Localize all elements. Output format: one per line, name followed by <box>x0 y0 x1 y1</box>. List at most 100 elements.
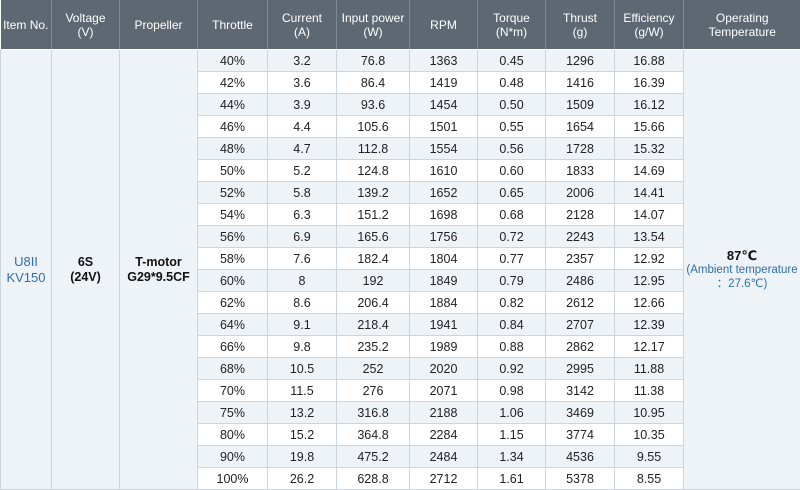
rpm-cell: 1554 <box>410 138 478 160</box>
input-power-cell: 316.8 <box>337 402 410 424</box>
current-cell: 15.2 <box>268 424 337 446</box>
torque-cell: 0.92 <box>478 358 546 380</box>
header-current: Current(A) <box>268 0 337 50</box>
throttle-cell: 68% <box>198 358 268 380</box>
torque-cell: 1.34 <box>478 446 546 468</box>
current-cell: 19.8 <box>268 446 337 468</box>
input-power-cell: 276 <box>337 380 410 402</box>
throttle-cell: 44% <box>198 94 268 116</box>
current-cell: 6.3 <box>268 204 337 226</box>
rpm-cell: 1849 <box>410 270 478 292</box>
rpm-cell: 1454 <box>410 94 478 116</box>
torque-cell: 0.72 <box>478 226 546 248</box>
voltage-cell-line: (24V) <box>52 270 119 285</box>
throttle-cell: 52% <box>198 182 268 204</box>
thrust-cell: 3142 <box>546 380 615 402</box>
throttle-cell: 42% <box>198 72 268 94</box>
input-power-cell: 475.2 <box>337 446 410 468</box>
thrust-cell: 3774 <box>546 424 615 446</box>
thrust-cell: 1509 <box>546 94 615 116</box>
thrust-cell: 1416 <box>546 72 615 94</box>
torque-cell: 1.06 <box>478 402 546 424</box>
input-power-cell: 364.8 <box>337 424 410 446</box>
thrust-cell: 1833 <box>546 160 615 182</box>
item-no-cell: U8IIKV150 <box>1 50 52 490</box>
voltage-cell: 6S(24V) <box>52 50 120 490</box>
current-cell: 4.4 <box>268 116 337 138</box>
thrust-cell: 2862 <box>546 336 615 358</box>
propeller-cell: T-motorG29*9.5CF <box>120 50 198 490</box>
header-propeller: Propeller <box>120 0 198 50</box>
input-power-cell: 218.4 <box>337 314 410 336</box>
header-current-line: (A) <box>270 25 334 39</box>
input-power-cell: 76.8 <box>337 50 410 72</box>
header-rpm-line: RPM <box>412 18 475 32</box>
torque-cell: 0.48 <box>478 72 546 94</box>
current-cell: 7.6 <box>268 248 337 270</box>
header-rpm: RPM <box>410 0 478 50</box>
current-cell: 9.1 <box>268 314 337 336</box>
efficiency-cell: 16.12 <box>615 94 684 116</box>
throttle-cell: 62% <box>198 292 268 314</box>
header-thrust-line: (g) <box>548 25 612 39</box>
header-operating-temperature: Operating Temperature <box>684 0 800 50</box>
torque-cell: 0.60 <box>478 160 546 182</box>
torque-cell: 0.82 <box>478 292 546 314</box>
rpm-cell: 1698 <box>410 204 478 226</box>
rpm-cell: 1989 <box>410 336 478 358</box>
current-cell: 13.2 <box>268 402 337 424</box>
header-torque-line: Torque <box>480 11 543 25</box>
torque-cell: 0.84 <box>478 314 546 336</box>
throttle-cell: 46% <box>198 116 268 138</box>
efficiency-cell: 16.88 <box>615 50 684 72</box>
header-propeller-line: Propeller <box>122 18 195 32</box>
torque-cell: 0.65 <box>478 182 546 204</box>
header-efficiency: Efficiency(g/W) <box>615 0 684 50</box>
efficiency-cell: 11.38 <box>615 380 684 402</box>
item-no-cell-line: KV150 <box>1 270 51 286</box>
throttle-cell: 40% <box>198 50 268 72</box>
input-power-cell: 192 <box>337 270 410 292</box>
header-input-power-line: Input power <box>339 11 407 25</box>
input-power-cell: 235.2 <box>337 336 410 358</box>
torque-cell: 0.79 <box>478 270 546 292</box>
input-power-cell: 252 <box>337 358 410 380</box>
current-cell: 3.6 <box>268 72 337 94</box>
propeller-cell-line: G29*9.5CF <box>120 270 197 285</box>
input-power-cell: 112.8 <box>337 138 410 160</box>
throttle-cell: 90% <box>198 446 268 468</box>
throttle-cell: 75% <box>198 402 268 424</box>
header-efficiency-line: Efficiency <box>617 11 681 25</box>
thrust-cell: 2243 <box>546 226 615 248</box>
rpm-cell: 1652 <box>410 182 478 204</box>
thrust-cell: 1728 <box>546 138 615 160</box>
input-power-cell: 139.2 <box>337 182 410 204</box>
header-thrust: Thrust(g) <box>546 0 615 50</box>
current-cell: 3.2 <box>268 50 337 72</box>
throttle-cell: 56% <box>198 226 268 248</box>
thrust-cell: 3469 <box>546 402 615 424</box>
throttle-cell: 70% <box>198 380 268 402</box>
item-no-cell-line: U8II <box>1 254 51 270</box>
header-voltage: Voltage(V) <box>52 0 120 50</box>
thrust-cell: 2612 <box>546 292 615 314</box>
input-power-cell: 165.6 <box>337 226 410 248</box>
header-input-power-line: (W) <box>339 25 407 39</box>
efficiency-cell: 10.35 <box>615 424 684 446</box>
torque-cell: 0.55 <box>478 116 546 138</box>
efficiency-cell: 12.39 <box>615 314 684 336</box>
torque-cell: 0.50 <box>478 94 546 116</box>
efficiency-cell: 16.39 <box>615 72 684 94</box>
throttle-cell: 66% <box>198 336 268 358</box>
input-power-cell: 93.6 <box>337 94 410 116</box>
header-item-no-line: Item No. <box>3 18 50 32</box>
efficiency-cell: 14.07 <box>615 204 684 226</box>
input-power-cell: 124.8 <box>337 160 410 182</box>
efficiency-cell: 14.69 <box>615 160 684 182</box>
efficiency-cell: 12.66 <box>615 292 684 314</box>
ambient-temperature-line: ：27.6℃) <box>684 277 800 291</box>
efficiency-cell: 14.41 <box>615 182 684 204</box>
current-cell: 6.9 <box>268 226 337 248</box>
rpm-cell: 2188 <box>410 402 478 424</box>
current-cell: 5.2 <box>268 160 337 182</box>
